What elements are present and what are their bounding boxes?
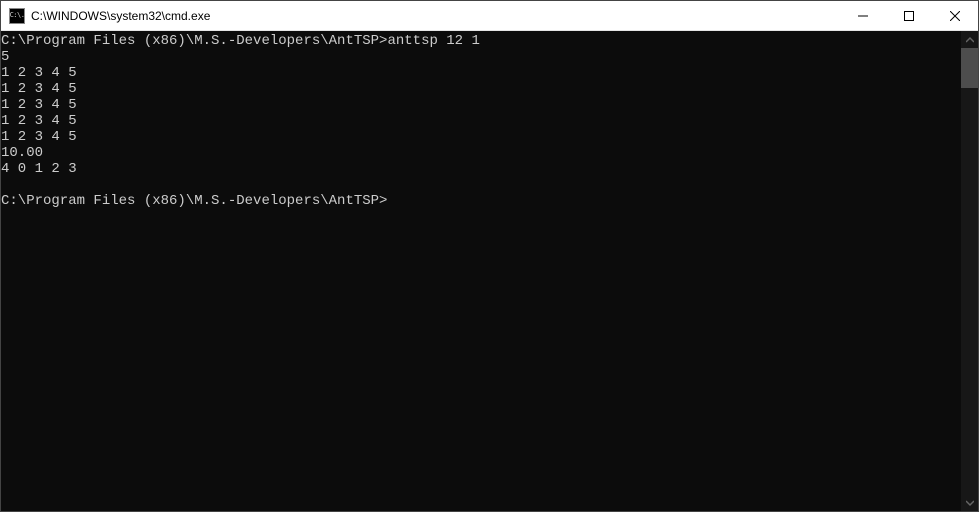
maximize-button[interactable] (886, 1, 932, 30)
titlebar[interactable]: C:\. C:\WINDOWS\system32\cmd.exe (1, 1, 978, 31)
terminal-line: 1 2 3 4 5 (1, 65, 961, 81)
terminal-line: C:\Program Files (x86)\M.S.-Developers\A… (1, 33, 961, 49)
terminal-line: 5 (1, 49, 961, 65)
chevron-down-icon (966, 499, 974, 507)
cmd-window: C:\. C:\WINDOWS\system32\cmd.exe (0, 0, 979, 512)
minimize-icon (858, 11, 868, 21)
window-title: C:\WINDOWS\system32\cmd.exe (31, 9, 840, 23)
terminal-line: C:\Program Files (x86)\M.S.-Developers\A… (1, 193, 961, 209)
terminal-line (1, 177, 961, 193)
close-icon (950, 11, 960, 21)
terminal-line: 1 2 3 4 5 (1, 97, 961, 113)
scroll-up-button[interactable] (961, 31, 978, 48)
cmd-icon-text: C:\. (10, 12, 25, 19)
terminal-line: 1 2 3 4 5 (1, 129, 961, 145)
chevron-up-icon (966, 36, 974, 44)
scroll-down-button[interactable] (961, 494, 978, 511)
minimize-button[interactable] (840, 1, 886, 30)
terminal-line: 1 2 3 4 5 (1, 113, 961, 129)
scroll-thumb[interactable] (961, 48, 978, 88)
terminal-line: 4 0 1 2 3 (1, 161, 961, 177)
window-controls (840, 1, 978, 30)
scroll-track[interactable] (961, 48, 978, 494)
vertical-scrollbar[interactable] (961, 31, 978, 511)
terminal-line: 1 2 3 4 5 (1, 81, 961, 97)
terminal-line: 10.00 (1, 145, 961, 161)
maximize-icon (904, 11, 914, 21)
close-button[interactable] (932, 1, 978, 30)
content-area: C:\Program Files (x86)\M.S.-Developers\A… (1, 31, 978, 511)
terminal-output[interactable]: C:\Program Files (x86)\M.S.-Developers\A… (1, 31, 961, 511)
cmd-icon: C:\. (9, 8, 25, 24)
